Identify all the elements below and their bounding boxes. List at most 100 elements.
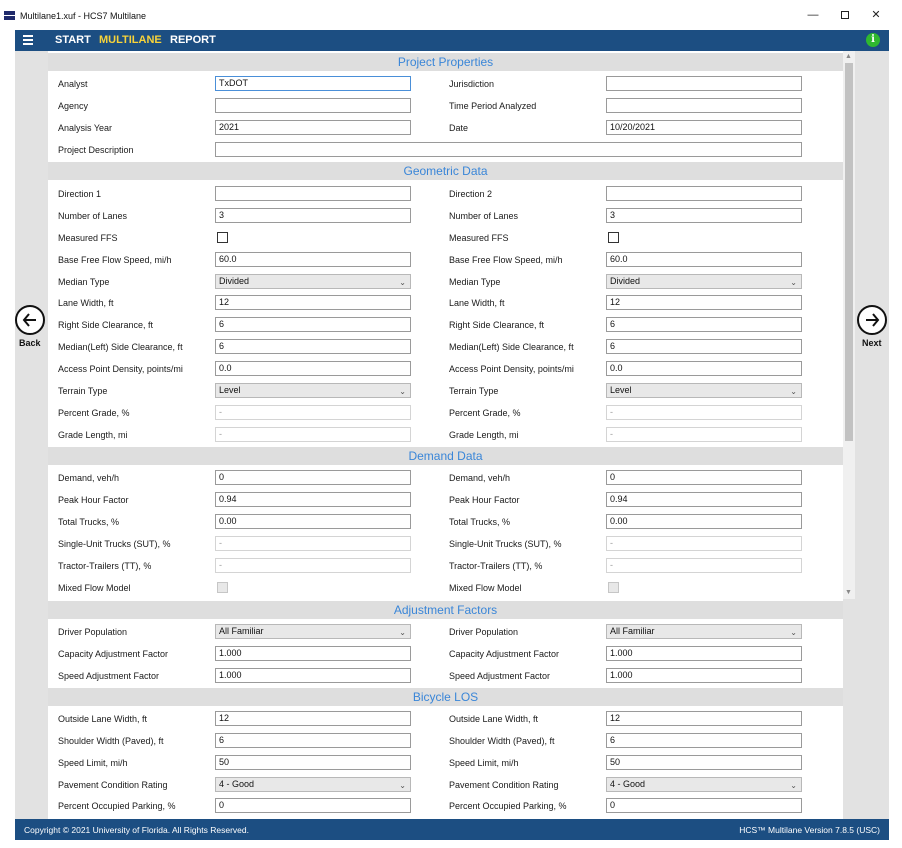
dir1-pavement-rating-select[interactable]: 4 - Good ⌄ xyxy=(215,777,411,792)
main-form: Project Properties Analyst TxDOT Jurisdi… xyxy=(48,51,855,819)
chevron-down-icon: ⌄ xyxy=(790,781,797,790)
version-text: HCS™ Multilane Version 7.8.5 (USC) xyxy=(739,825,880,835)
maximize-button[interactable] xyxy=(838,9,852,22)
direction1-input[interactable] xyxy=(215,186,411,201)
dir1-shoulder-width-input[interactable]: 6 xyxy=(215,733,411,748)
dir2-grade-input[interactable]: - xyxy=(606,405,802,420)
dir1-median-type-select[interactable]: Divided ⌄ xyxy=(215,274,411,289)
dir2-saf-input[interactable]: 1.000 xyxy=(606,668,802,683)
chevron-down-icon: ⌄ xyxy=(790,387,797,396)
dir2-grade-label: Percent Grade, % xyxy=(449,408,521,418)
dir2-median-clearance-input[interactable]: 6 xyxy=(606,339,802,354)
dir1-caf-input[interactable]: 1.000 xyxy=(215,646,411,661)
dir2-median-type-select[interactable]: Divided ⌄ xyxy=(606,274,802,289)
dir1-terrain-select[interactable]: Level ⌄ xyxy=(215,383,411,398)
dir2-outside-lane-width-input[interactable]: 12 xyxy=(606,711,802,726)
back-nav-column: Back xyxy=(15,51,48,819)
direction2-input[interactable] xyxy=(606,186,802,201)
dir1-occupied-parking-input[interactable]: 0 xyxy=(215,798,411,813)
dir2-lanes-input[interactable]: 3 xyxy=(606,208,802,223)
dir2-bffs-label: Base Free Flow Speed, mi/h xyxy=(449,255,563,265)
dir2-driver-population-select[interactable]: All Familiar ⌄ xyxy=(606,624,802,639)
scroll-thumb[interactable] xyxy=(845,63,853,441)
dir1-mixed-flow-checkbox[interactable] xyxy=(217,582,228,593)
dir2-measured-ffs-checkbox[interactable] xyxy=(608,232,619,243)
back-button[interactable] xyxy=(15,305,45,335)
dir2-grade-length-input[interactable]: - xyxy=(606,427,802,442)
title-bar: Multilane1.xuf - HCS7 Multilane — ✕ xyxy=(0,0,902,30)
dir2-terrain-select[interactable]: Level ⌄ xyxy=(606,383,802,398)
dir2-trucks-input[interactable]: 0.00 xyxy=(606,514,802,529)
dir2-bffs-input[interactable]: 60.0 xyxy=(606,252,802,267)
info-icon[interactable]: i xyxy=(866,33,880,47)
dir1-bffs-input[interactable]: 60.0 xyxy=(215,252,411,267)
dir1-median-clearance-label: Median(Left) Side Clearance, ft xyxy=(58,342,183,352)
dir2-access-density-input[interactable]: 0.0 xyxy=(606,361,802,376)
dir1-median-clearance-input[interactable]: 6 xyxy=(215,339,411,354)
close-button[interactable]: ✕ xyxy=(869,9,883,21)
dir2-lane-width-input[interactable]: 12 xyxy=(606,295,802,310)
dir1-speed-limit-input[interactable]: 50 xyxy=(215,755,411,770)
scroll-up-icon[interactable]: ▲ xyxy=(845,53,852,60)
dir2-mixed-flow-label: Mixed Flow Model xyxy=(449,583,522,593)
dir1-tt-input[interactable]: - xyxy=(215,558,411,573)
dir1-grade-length-input[interactable]: - xyxy=(215,427,411,442)
dir1-grade-input[interactable]: - xyxy=(215,405,411,420)
dir2-pavement-rating-select[interactable]: 4 - Good ⌄ xyxy=(606,777,802,792)
analysis-year-input[interactable]: 2021 xyxy=(215,120,411,135)
dir1-demand-input[interactable]: 0 xyxy=(215,470,411,485)
dir1-pavement-rating-value: 4 - Good xyxy=(219,779,255,789)
dir1-saf-input[interactable]: 1.000 xyxy=(215,668,411,683)
scroll-down-icon[interactable]: ▼ xyxy=(845,589,852,596)
dir1-driver-population-select[interactable]: All Familiar ⌄ xyxy=(215,624,411,639)
dir2-right-clearance-input[interactable]: 6 xyxy=(606,317,802,332)
next-button[interactable] xyxy=(857,305,887,335)
chevron-down-icon: ⌄ xyxy=(399,781,406,790)
jurisdiction-input[interactable] xyxy=(606,76,802,91)
dir1-lanes-input[interactable]: 3 xyxy=(215,208,411,223)
hamburger-menu-icon[interactable] xyxy=(23,35,33,46)
dir1-phf-input[interactable]: 0.94 xyxy=(215,492,411,507)
menu-start[interactable]: START xyxy=(55,34,91,47)
dir2-speed-limit-input[interactable]: 50 xyxy=(606,755,802,770)
dir2-tt-label: Tractor-Trailers (TT), % xyxy=(449,561,543,571)
section-project-properties: Project Properties xyxy=(48,53,843,71)
dir1-outside-lane-width-input[interactable]: 12 xyxy=(215,711,411,726)
vertical-scrollbar[interactable]: ▲ ▼ xyxy=(843,51,855,599)
dir2-lane-width-label: Lane Width, ft xyxy=(449,298,505,308)
dir2-mixed-flow-checkbox[interactable] xyxy=(608,582,619,593)
dir1-sut-label: Single-Unit Trucks (SUT), % xyxy=(58,539,171,549)
dir2-demand-input[interactable]: 0 xyxy=(606,470,802,485)
dir2-shoulder-width-input[interactable]: 6 xyxy=(606,733,802,748)
dir2-sut-input[interactable]: - xyxy=(606,536,802,551)
dir1-trucks-input[interactable]: 0.00 xyxy=(215,514,411,529)
dir1-pavement-rating-label: Pavement Condition Rating xyxy=(58,780,168,790)
dir1-right-clearance-input[interactable]: 6 xyxy=(215,317,411,332)
date-input[interactable]: 10/20/2021 xyxy=(606,120,802,135)
dir1-shoulder-width-label: Shoulder Width (Paved), ft xyxy=(58,736,164,746)
analyst-input[interactable]: TxDOT xyxy=(215,76,411,91)
dir1-sut-input[interactable]: - xyxy=(215,536,411,551)
project-description-input[interactable] xyxy=(215,142,802,157)
direction1-label: Direction 1 xyxy=(58,189,102,199)
dir1-driver-population-label: Driver Population xyxy=(58,627,128,637)
time-period-input[interactable] xyxy=(606,98,802,113)
dir2-terrain-value: Level xyxy=(610,385,632,395)
dir1-demand-label: Demand, veh/h xyxy=(58,473,120,483)
dir1-lane-width-input[interactable]: 12 xyxy=(215,295,411,310)
menu-report[interactable]: REPORT xyxy=(170,34,216,47)
agency-input[interactable] xyxy=(215,98,411,113)
dir2-occupied-parking-input[interactable]: 0 xyxy=(606,798,802,813)
menu-multilane[interactable]: MULTILANE xyxy=(99,34,162,47)
dir2-tt-input[interactable]: - xyxy=(606,558,802,573)
dir1-measured-ffs-checkbox[interactable] xyxy=(217,232,228,243)
dir2-caf-input[interactable]: 1.000 xyxy=(606,646,802,661)
minimize-button[interactable]: — xyxy=(806,9,820,21)
dir2-measured-ffs-label: Measured FFS xyxy=(449,233,509,243)
dir2-phf-input[interactable]: 0.94 xyxy=(606,492,802,507)
dir1-access-density-input[interactable]: 0.0 xyxy=(215,361,411,376)
window-title: Multilane1.xuf - HCS7 Multilane xyxy=(20,11,147,21)
date-label: Date xyxy=(449,123,469,133)
menu-bar: START MULTILANE REPORT i xyxy=(15,30,889,51)
dir1-access-density-label: Access Point Density, points/mi xyxy=(58,364,183,374)
